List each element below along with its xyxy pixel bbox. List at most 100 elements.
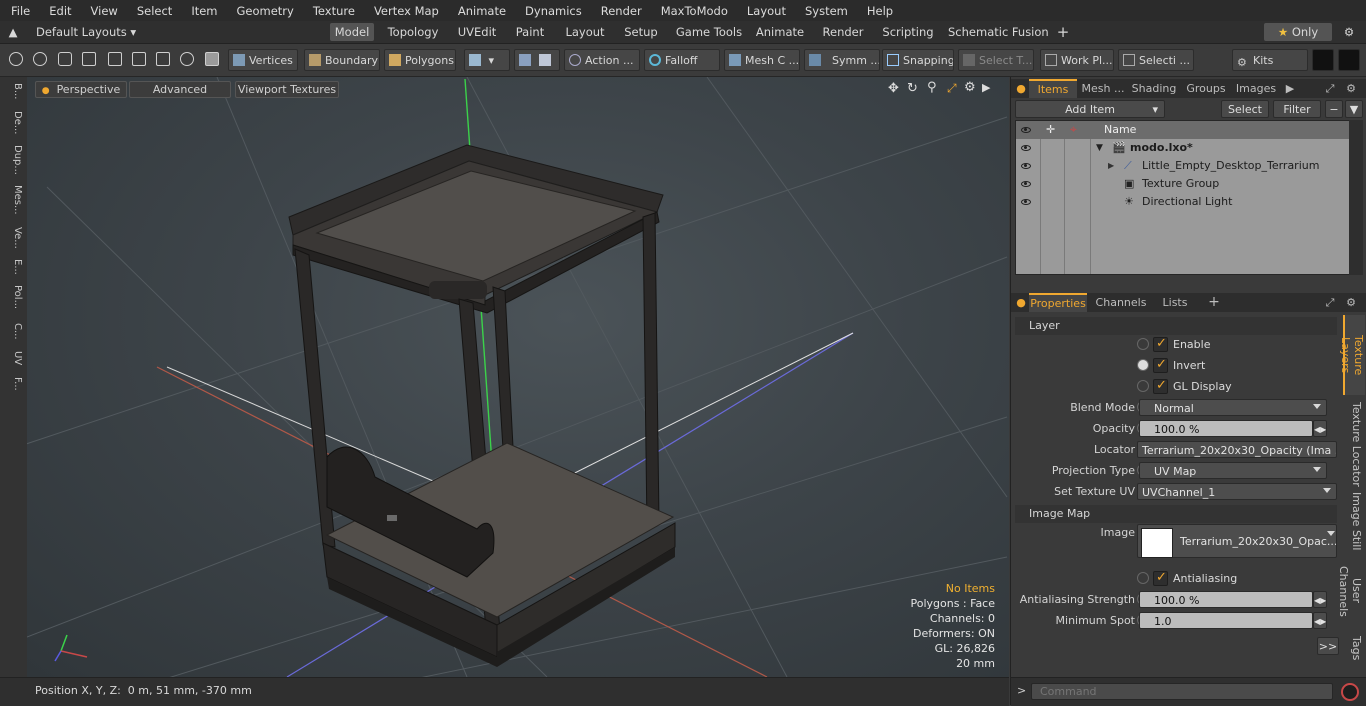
blend-mode-select[interactable]: Normal	[1139, 399, 1327, 416]
properties-menu-icon[interactable]: ●	[1015, 293, 1027, 312]
action-button[interactable]: Action ...	[564, 49, 640, 71]
scale-icon[interactable]	[156, 52, 170, 66]
rotate-icon[interactable]	[180, 52, 194, 66]
antialiasing-checkbox[interactable]	[1153, 570, 1168, 586]
only-toggle[interactable]: ★ Only	[1264, 23, 1332, 41]
layout-select[interactable]: Default Layouts ▾	[36, 23, 136, 41]
eye-icon[interactable]	[1021, 163, 1031, 169]
menu-edit[interactable]: Edit	[38, 4, 79, 18]
menu-geometry[interactable]: Geometry	[226, 4, 302, 18]
menu-layout[interactable]: Layout	[736, 4, 794, 18]
tab-items[interactable]: Items	[1029, 79, 1077, 98]
expand-arrow-icon[interactable]: ▼	[1096, 139, 1103, 157]
antialiasing-radio[interactable]	[1137, 572, 1149, 584]
gl-display-checkbox[interactable]	[1153, 378, 1168, 394]
perspective-button[interactable]: ● Perspective	[35, 81, 127, 98]
left-tab-fusion[interactable]: F...	[3, 377, 23, 391]
min-spot-slider-icon[interactable]: ◀▶	[1313, 612, 1327, 629]
left-tab-uv[interactable]: UV	[3, 351, 23, 365]
menu-file[interactable]: File	[0, 4, 38, 18]
select-circle-icon[interactable]	[9, 52, 23, 66]
unity-icon[interactable]	[1312, 49, 1334, 71]
move-icon[interactable]	[132, 52, 146, 66]
maximize-icon[interactable]: ⤢	[947, 81, 957, 96]
menu-maxtomodo[interactable]: MaxToModo	[650, 4, 736, 18]
select-through-button[interactable]: Select T...	[958, 49, 1034, 71]
properties-expand-icon[interactable]: ⤢	[1323, 293, 1337, 312]
menu-system[interactable]: System	[794, 4, 856, 18]
viewport-gear-icon[interactable]: ⚙	[964, 80, 976, 95]
menu-select[interactable]: Select	[126, 4, 180, 18]
min-spot-input[interactable]: 1.0	[1139, 612, 1313, 629]
tab-lists[interactable]: Lists	[1155, 293, 1195, 312]
brush-icon[interactable]	[82, 52, 96, 66]
panel-menu-icon[interactable]: ●	[1015, 79, 1027, 98]
tab-topology[interactable]: Topology	[384, 23, 442, 41]
expand-icon[interactable]: ⤢	[1323, 79, 1337, 98]
boundary-button[interactable]: Boundary	[304, 49, 380, 71]
tab-layout[interactable]: Layout	[560, 23, 610, 41]
left-tab-vertex[interactable]: Ve...	[3, 227, 23, 249]
select-button[interactable]: Select	[1221, 100, 1269, 118]
texture-uv-select[interactable]: UVChannel_1	[1137, 483, 1337, 500]
collapse-icon[interactable]: ▲	[4, 23, 22, 41]
menu-dynamics[interactable]: Dynamics	[514, 4, 590, 18]
invert-radio[interactable]	[1137, 359, 1149, 371]
tab-model[interactable]: Model	[330, 23, 374, 41]
eye-icon[interactable]	[1021, 145, 1031, 151]
tab-scripting[interactable]: Scripting	[878, 23, 938, 41]
menu-item[interactable]: Item	[180, 4, 225, 18]
tab-paint[interactable]: Paint	[512, 23, 548, 41]
3d-viewport[interactable]: ● Perspective Advanced Viewport Textures…	[27, 77, 1009, 677]
cube-icon[interactable]	[205, 52, 219, 66]
menu-texture[interactable]: Texture	[302, 4, 363, 18]
tab-more-icon[interactable]: ▶	[1283, 79, 1297, 98]
funnel-icon[interactable]: ▼	[1345, 100, 1363, 118]
aa-strength-slider-icon[interactable]: ◀▶	[1313, 591, 1327, 608]
tab-uvedit[interactable]: UVEdit	[452, 23, 502, 41]
item-list-scrollbar[interactable]	[1349, 120, 1363, 275]
menu-render[interactable]: Render	[590, 4, 650, 18]
advanced-button[interactable]: Advanced	[129, 81, 231, 98]
transform-icon[interactable]	[108, 52, 122, 66]
tab-images[interactable]: Images	[1233, 79, 1279, 98]
tab-animate[interactable]: Animate	[754, 23, 806, 41]
record-icon[interactable]	[1341, 683, 1359, 701]
snapping-button[interactable]: Snapping	[882, 49, 954, 71]
left-tab-curve[interactable]: C...	[3, 323, 23, 340]
menu-vertex-map[interactable]: Vertex Map	[363, 4, 447, 18]
projection-select[interactable]: UV Map	[1139, 462, 1327, 479]
collapse-arrow-icon[interactable]: ▶	[1108, 157, 1114, 175]
enable-radio[interactable]	[1137, 338, 1149, 350]
unreal-icon[interactable]	[1338, 49, 1360, 71]
selection-sets-button[interactable]: Selecti ...	[1118, 49, 1194, 71]
items-gear-icon[interactable]: ⚙	[1343, 79, 1359, 98]
pen-icon[interactable]	[58, 52, 72, 66]
menu-view[interactable]: View	[80, 4, 126, 18]
left-tab-edge[interactable]: E...	[3, 259, 23, 275]
left-tab-mesh-edit[interactable]: Mes...	[3, 185, 23, 215]
side-tab-texture-locator[interactable]: Texture Locator	[1343, 401, 1363, 487]
tab-render[interactable]: Render	[818, 23, 868, 41]
falloff-button[interactable]: Falloff	[644, 49, 720, 71]
item-row-scene[interactable]: ▼ 🎬 modo.lxo*	[1016, 139, 1350, 157]
image-map-section-header[interactable]: Image Map	[1015, 505, 1337, 523]
viewport-textures-button[interactable]: Viewport Textures	[235, 81, 339, 98]
opacity-slider-icon[interactable]: ◀▶	[1313, 420, 1327, 437]
side-tab-texture-layers[interactable]: Texture Layers	[1339, 315, 1365, 395]
tab-setup[interactable]: Setup	[620, 23, 662, 41]
left-tab-deform[interactable]: De...	[3, 111, 23, 134]
item-row-light[interactable]: ☀ Directional Light	[1016, 193, 1350, 211]
aa-strength-input[interactable]: 100.0 %	[1139, 591, 1313, 608]
item-row-mesh[interactable]: ▶ ⟋ Little_Empty_Desktop_Terrarium	[1016, 157, 1350, 175]
add-item-button[interactable]: Add Item ▾	[1015, 100, 1165, 118]
left-tab-duplicate[interactable]: Dup...	[3, 145, 23, 175]
filter-button[interactable]: Filter	[1273, 100, 1321, 118]
vertices-button[interactable]: Vertices	[228, 49, 298, 71]
globe-icon[interactable]	[33, 52, 47, 66]
opacity-input[interactable]: 100.0 %	[1139, 420, 1313, 437]
tab-schematic-fusion[interactable]: Schematic Fusion	[948, 23, 1049, 41]
pan-icon[interactable]: ✥	[888, 81, 899, 96]
item-row-texture-group[interactable]: ▣ Texture Group	[1016, 175, 1350, 193]
name-column-header[interactable]: Name	[1104, 123, 1136, 136]
